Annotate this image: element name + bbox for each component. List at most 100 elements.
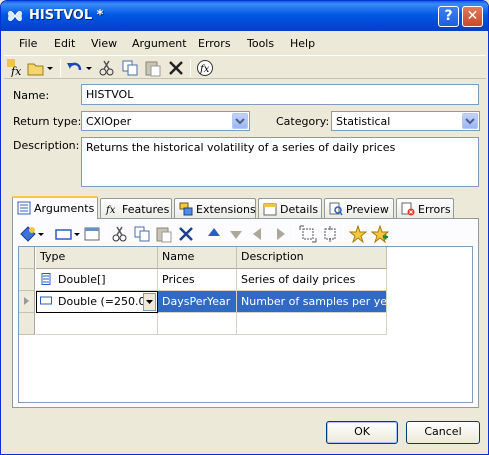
arguments-panel: Type Name Description Double[] Prices Se… (12, 218, 479, 408)
undo-icon[interactable] (66, 59, 84, 77)
cancel-button[interactable]: Cancel (406, 421, 480, 444)
type-dropdown-button[interactable] (143, 293, 156, 311)
fx-icon: fx (105, 205, 116, 216)
tab-errors[interactable]: Errors (396, 198, 454, 218)
svg-text:fx: fx (199, 64, 210, 75)
tab-extensions[interactable]: Extensions (174, 198, 256, 218)
cell-type-text: Double[] (58, 273, 106, 286)
menu-errors[interactable]: Errors (198, 37, 231, 50)
cell-name[interactable]: DaysPerYear (158, 291, 237, 313)
grid-header: Type Name Description (19, 247, 391, 269)
scalar-icon (40, 296, 52, 305)
properties-icon[interactable] (83, 225, 101, 243)
new-function-icon[interactable]: fx (7, 59, 25, 77)
move-left-icon[interactable] (249, 225, 267, 243)
chevron-down-icon (235, 118, 245, 125)
menu-tools[interactable]: Tools (247, 37, 274, 50)
cell-type-text: Double (=250.0) (58, 295, 150, 308)
menu-help[interactable]: Help (290, 37, 315, 50)
cut-argument-icon[interactable] (111, 225, 129, 243)
tab-preview-label: Preview (346, 203, 389, 216)
tab-errors-label: Errors (418, 203, 451, 216)
window-title: HISTVOL * (29, 8, 104, 23)
table-row[interactable]: Double[] Prices Series of daily prices (19, 269, 391, 291)
column-header-type[interactable]: Type (36, 247, 158, 269)
add-star-icon[interactable] (371, 225, 389, 243)
tab-extensions-label: Extensions (196, 203, 256, 216)
butterfly-icon (8, 11, 22, 21)
category-dropdown-button[interactable] (462, 113, 478, 129)
open-dropdown-icon[interactable] (45, 59, 55, 77)
cell-name[interactable] (158, 313, 237, 335)
copy-icon[interactable] (121, 59, 139, 77)
category-select[interactable]: Statistical (331, 111, 480, 131)
delete-argument-icon[interactable] (177, 225, 195, 243)
column-header-name[interactable]: Name (158, 247, 237, 269)
errors-icon (401, 202, 415, 216)
delete-icon[interactable] (167, 59, 185, 77)
chevron-down-icon (146, 300, 153, 304)
cell-name[interactable]: Prices (158, 269, 237, 291)
cell-description[interactable]: Series of daily prices (237, 269, 387, 291)
add-argument-icon[interactable] (19, 225, 37, 243)
argument-type-icon[interactable] (55, 225, 73, 243)
cell-type-editor[interactable]: Double (=250.0) (36, 291, 158, 313)
menu-view[interactable]: View (91, 37, 117, 50)
arguments-toolbar (17, 222, 472, 246)
function-wizard-icon[interactable]: fx (196, 59, 214, 77)
cell-type[interactable]: Double[] (36, 269, 158, 291)
description-field[interactable]: Returns the historical volatility of a s… (81, 137, 479, 187)
title-bar[interactable]: HISTVOL * ? ✕ (1, 1, 488, 31)
tab-details[interactable]: Details (258, 198, 322, 218)
tab-preview[interactable]: Preview (324, 198, 394, 218)
dialog-window: HISTVOL * ? ✕ File Edit View Argument Er… (0, 0, 489, 455)
main-toolbar: fx fx (4, 55, 486, 79)
move-top-icon[interactable] (205, 225, 223, 243)
move-down-icon[interactable] (227, 225, 245, 243)
type-dropdown-icon[interactable] (73, 225, 81, 243)
paste-icon[interactable] (144, 59, 162, 77)
array-icon (41, 273, 51, 285)
menu-argument[interactable]: Argument (132, 37, 187, 50)
chevron-down-icon (465, 118, 475, 125)
undo-dropdown-icon[interactable] (84, 59, 94, 77)
menu-bar: File Edit View Argument Errors Tools Hel… (4, 33, 486, 53)
ok-button[interactable]: OK (326, 421, 398, 444)
cut-icon[interactable] (98, 59, 116, 77)
return-type-label: Return type: (13, 115, 82, 128)
tab-arguments[interactable]: Arguments (12, 196, 98, 219)
name-field[interactable]: HISTVOL (81, 84, 479, 105)
tab-strip: Arguments fx Features Extensions Details … (12, 196, 472, 219)
svg-text:fx: fx (10, 65, 22, 77)
menu-file[interactable]: File (19, 37, 37, 50)
copy-argument-icon[interactable] (133, 225, 151, 243)
star-icon[interactable] (349, 225, 367, 243)
category-label: Category: (276, 115, 330, 128)
table-row[interactable]: Double (=250.0) DaysPerYear Number of sa… (19, 291, 391, 313)
cell-description[interactable] (237, 313, 387, 335)
category-value: Statistical (336, 115, 391, 128)
cell-type[interactable] (36, 313, 158, 335)
expand-icon[interactable] (299, 225, 317, 243)
collapse-icon[interactable] (321, 225, 339, 243)
name-label: Name: (13, 89, 50, 102)
open-folder-icon[interactable] (27, 59, 45, 77)
row-selector[interactable] (19, 291, 35, 313)
return-type-value: CXlOper (86, 115, 132, 128)
cell-description[interactable]: Number of samples per year (237, 291, 387, 313)
add-dropdown-icon[interactable] (37, 225, 45, 243)
tab-features[interactable]: fx Features (100, 198, 172, 218)
move-right-icon[interactable] (271, 225, 289, 243)
tab-arguments-label: Arguments (34, 202, 95, 215)
tab-details-label: Details (280, 203, 319, 216)
help-button[interactable]: ? (438, 6, 459, 27)
row-selector[interactable] (19, 269, 35, 291)
column-header-description[interactable]: Description (237, 247, 387, 269)
menu-edit[interactable]: Edit (54, 37, 75, 50)
row-selector[interactable] (19, 313, 35, 335)
close-button[interactable]: ✕ (462, 6, 483, 27)
new-row[interactable] (19, 313, 391, 335)
return-type-dropdown-button[interactable] (232, 113, 248, 129)
paste-argument-icon[interactable] (155, 225, 173, 243)
return-type-select[interactable]: CXlOper (81, 111, 250, 131)
